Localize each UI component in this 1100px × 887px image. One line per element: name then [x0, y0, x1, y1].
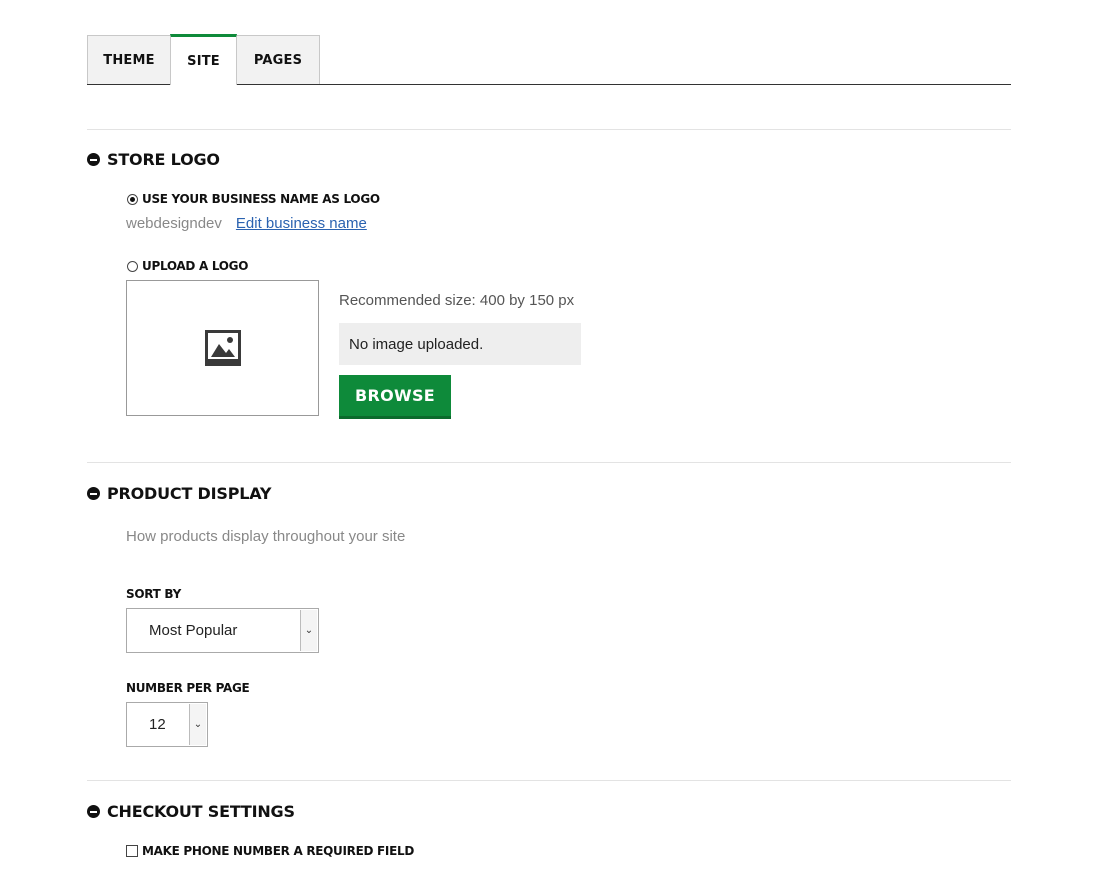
per-page-label: NUMBER PER PAGE — [126, 681, 250, 695]
tab-bar: THEME SITE PAGES — [87, 34, 1011, 85]
chevron-down-icon: ⌄ — [189, 704, 206, 745]
tab-pages[interactable]: PAGES — [236, 35, 320, 84]
tab-site[interactable]: SITE — [170, 34, 237, 85]
phone-required-checkbox[interactable] — [126, 845, 138, 857]
per-page-value: 12 — [149, 716, 166, 733]
sort-by-label: SORT BY — [126, 587, 181, 601]
tab-theme[interactable]: THEME — [87, 35, 171, 84]
edit-business-name-link[interactable]: Edit business name — [236, 215, 367, 232]
collapse-icon[interactable] — [87, 487, 100, 500]
recommended-size: Recommended size: 400 by 150 px — [339, 292, 575, 309]
checkout-settings-title: CHECKOUT SETTINGS — [107, 802, 295, 821]
logo-preview[interactable] — [126, 280, 319, 416]
business-name-row: webdesigndev Edit business name — [126, 215, 367, 232]
upload-logo-label: UPLOAD A LOGO — [142, 259, 249, 273]
collapse-icon[interactable] — [87, 153, 100, 166]
checkout-settings-header: CHECKOUT SETTINGS — [87, 802, 295, 821]
section-divider — [87, 462, 1011, 463]
image-placeholder-icon — [204, 330, 241, 366]
phone-required-option[interactable]: MAKE PHONE NUMBER A REQUIRED FIELD — [126, 844, 414, 858]
browse-button[interactable]: BROWSE — [339, 375, 451, 419]
use-business-name-radio[interactable] — [127, 193, 138, 205]
sort-by-select[interactable]: Most Popular ⌄ — [126, 608, 319, 653]
product-display-title: PRODUCT DISPLAY — [107, 484, 272, 503]
phone-required-label: MAKE PHONE NUMBER A REQUIRED FIELD — [142, 844, 415, 858]
business-name-value: webdesigndev — [126, 215, 222, 232]
store-logo-header: STORE LOGO — [87, 150, 220, 169]
use-business-name-option[interactable]: USE YOUR BUSINESS NAME AS LOGO — [127, 192, 380, 206]
upload-status: No image uploaded. — [339, 323, 581, 365]
per-page-select[interactable]: 12 ⌄ — [126, 702, 208, 747]
upload-logo-radio[interactable] — [127, 260, 138, 272]
product-display-header: PRODUCT DISPLAY — [87, 484, 271, 503]
chevron-down-icon: ⌄ — [300, 610, 317, 651]
sort-by-value: Most Popular — [149, 622, 238, 639]
store-logo-title: STORE LOGO — [107, 150, 220, 169]
section-divider — [87, 780, 1011, 781]
product-display-description: How products display throughout your sit… — [126, 528, 406, 545]
collapse-icon[interactable] — [87, 805, 100, 818]
section-divider — [87, 129, 1011, 130]
use-business-name-label: USE YOUR BUSINESS NAME AS LOGO — [142, 192, 380, 206]
upload-logo-option[interactable]: UPLOAD A LOGO — [127, 259, 248, 273]
